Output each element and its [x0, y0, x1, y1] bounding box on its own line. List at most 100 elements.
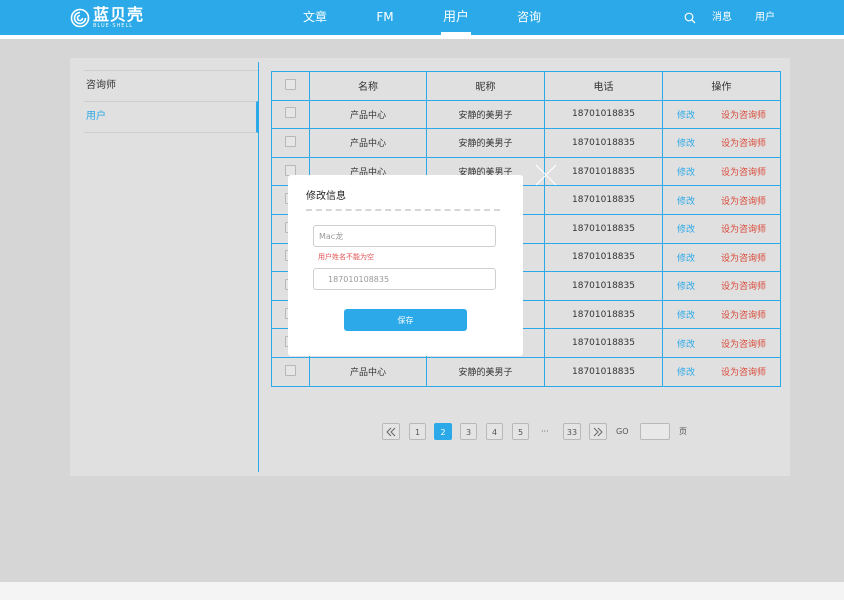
- brand-logo[interactable]: 蓝贝壳 BLUE·SHELL: [70, 6, 144, 30]
- cell-phone: 18701018835: [544, 356, 663, 387]
- top-navbar: 蓝贝壳 BLUE·SHELL 文章 FM 用户 咨询 消息 用户: [0, 0, 844, 35]
- cell-actions: 修改 设为咨询师: [662, 271, 781, 301]
- cell-actions: 修改 设为咨询师: [662, 185, 781, 215]
- go-label[interactable]: GO: [616, 423, 629, 440]
- cell-actions: 修改 设为咨询师: [662, 156, 781, 187]
- set-counselor-link[interactable]: 设为咨询师: [721, 168, 766, 178]
- cell-actions: 修改 设为咨询师: [662, 328, 781, 358]
- sidebar-item-users[interactable]: 用户: [84, 101, 258, 133]
- column-header-phone: 电话: [544, 71, 663, 101]
- cell-actions: 修改 设为咨询师: [662, 99, 781, 130]
- page-button-2[interactable]: 2: [434, 423, 452, 440]
- edit-link[interactable]: 修改: [677, 340, 695, 350]
- table-row: 产品中心安静的美男子18701018835 修改 设为咨询师: [271, 128, 781, 158]
- select-all-checkbox[interactable]: [285, 78, 296, 90]
- name-input[interactable]: [313, 225, 496, 247]
- column-header-name: 名称: [309, 71, 427, 101]
- table-row: 产品中心安静的美男子18701018835 修改 设为咨询师: [271, 99, 781, 130]
- table-row: 产品中心安静的美男子18701018835 修改 设为咨询师: [271, 356, 781, 387]
- set-counselor-link[interactable]: 设为咨询师: [721, 282, 766, 292]
- edit-link[interactable]: 修改: [677, 368, 695, 378]
- set-counselor-link[interactable]: 设为咨询师: [721, 311, 766, 321]
- shell-logo-icon: [70, 8, 90, 28]
- cell-actions: 修改 设为咨询师: [662, 213, 781, 244]
- set-counselor-link[interactable]: 设为咨询师: [721, 111, 766, 121]
- edit-link[interactable]: 修改: [677, 225, 695, 235]
- modal-title-divider: [306, 209, 500, 211]
- set-counselor-link[interactable]: 设为咨询师: [721, 139, 766, 149]
- edit-link[interactable]: 修改: [677, 311, 695, 321]
- sidebar-item-counselor[interactable]: 咨询师: [84, 70, 258, 101]
- table-header-row: 名称 昵称 电话 操作: [271, 71, 781, 101]
- nav-articles[interactable]: 文章: [299, 0, 331, 35]
- cell-name: 产品中心: [309, 99, 427, 130]
- nav-fm[interactable]: FM: [370, 0, 400, 35]
- name-error-message: 用户姓名不能为空: [318, 253, 374, 261]
- select-all-cell[interactable]: [271, 71, 310, 101]
- pagination: 1 2 3 4 5 ··· 33 GO 页: [0, 423, 844, 440]
- search-icon[interactable]: [684, 12, 696, 24]
- logo-text: 蓝贝壳 BLUE·SHELL: [93, 7, 144, 29]
- row-checkbox[interactable]: [285, 107, 296, 119]
- cell-actions: 修改 设为咨询师: [662, 299, 781, 330]
- cell-actions: 修改 设为咨询师: [662, 128, 781, 158]
- close-icon[interactable]: [534, 163, 558, 187]
- row-checkbox[interactable]: [285, 164, 296, 176]
- phone-input[interactable]: [313, 268, 496, 290]
- row-select-cell[interactable]: [271, 128, 310, 158]
- cell-phone: 18701018835: [544, 156, 663, 187]
- cell-phone: 18701018835: [544, 328, 663, 358]
- cell-name: 产品中心: [309, 356, 427, 387]
- cell-nickname: 安静的美男子: [426, 128, 545, 158]
- set-counselor-link[interactable]: 设为咨询师: [721, 254, 766, 264]
- nav-user-profile[interactable]: 用户: [755, 0, 775, 35]
- sidebar: 咨询师 用户: [84, 70, 258, 133]
- double-chevron-left-icon: [386, 427, 396, 437]
- first-page-button[interactable]: [382, 423, 400, 440]
- modal-title: 修改信息: [306, 191, 346, 202]
- sidebar-divider: [258, 62, 259, 472]
- column-header-nickname: 昵称: [426, 71, 545, 101]
- edit-link[interactable]: 修改: [677, 197, 695, 207]
- cell-nickname: 安静的美男子: [426, 99, 545, 130]
- set-counselor-link[interactable]: 设为咨询师: [721, 340, 766, 350]
- cell-phone: 18701018835: [544, 271, 663, 301]
- logo-en-text: BLUE·SHELL: [93, 23, 134, 29]
- cell-phone: 18701018835: [544, 128, 663, 158]
- edit-link[interactable]: 修改: [677, 139, 695, 149]
- pagination-ellipsis: ···: [541, 427, 549, 436]
- row-checkbox[interactable]: [285, 135, 296, 147]
- edit-link[interactable]: 修改: [677, 254, 695, 264]
- page-footer-strip: [0, 582, 844, 600]
- edit-link[interactable]: 修改: [677, 282, 695, 292]
- page-button-4[interactable]: 4: [486, 423, 503, 440]
- row-select-cell[interactable]: [271, 356, 310, 387]
- cell-phone: 18701018835: [544, 213, 663, 244]
- cell-phone: 18701018835: [544, 242, 663, 273]
- edit-info-modal: 修改信息 用户姓名不能为空 保存: [288, 175, 523, 356]
- nav-consult[interactable]: 咨询: [513, 0, 545, 35]
- edit-link[interactable]: 修改: [677, 168, 695, 178]
- nav-messages[interactable]: 消息: [712, 0, 732, 35]
- cell-name: 产品中心: [309, 128, 427, 158]
- edit-link[interactable]: 修改: [677, 111, 695, 121]
- page-button-1[interactable]: 1: [409, 423, 426, 440]
- page-suffix: 页: [679, 427, 687, 436]
- double-chevron-right-icon: [593, 427, 603, 437]
- set-counselor-link[interactable]: 设为咨询师: [721, 368, 766, 378]
- set-counselor-link[interactable]: 设为咨询师: [721, 225, 766, 235]
- row-checkbox[interactable]: [285, 364, 296, 376]
- go-page-input[interactable]: [640, 423, 670, 440]
- page-button-3[interactable]: 3: [460, 423, 477, 440]
- row-select-cell[interactable]: [271, 99, 310, 130]
- cell-phone: 18701018835: [544, 185, 663, 215]
- last-page-button[interactable]: [589, 423, 607, 440]
- set-counselor-link[interactable]: 设为咨询师: [721, 197, 766, 207]
- page-button-last[interactable]: 33: [563, 423, 581, 440]
- save-button[interactable]: 保存: [344, 309, 467, 331]
- nav-users[interactable]: 用户: [441, 0, 471, 35]
- cell-phone: 18701018835: [544, 299, 663, 330]
- page-button-5[interactable]: 5: [512, 423, 529, 440]
- cell-phone: 18701018835: [544, 99, 663, 130]
- cell-actions: 修改 设为咨询师: [662, 242, 781, 273]
